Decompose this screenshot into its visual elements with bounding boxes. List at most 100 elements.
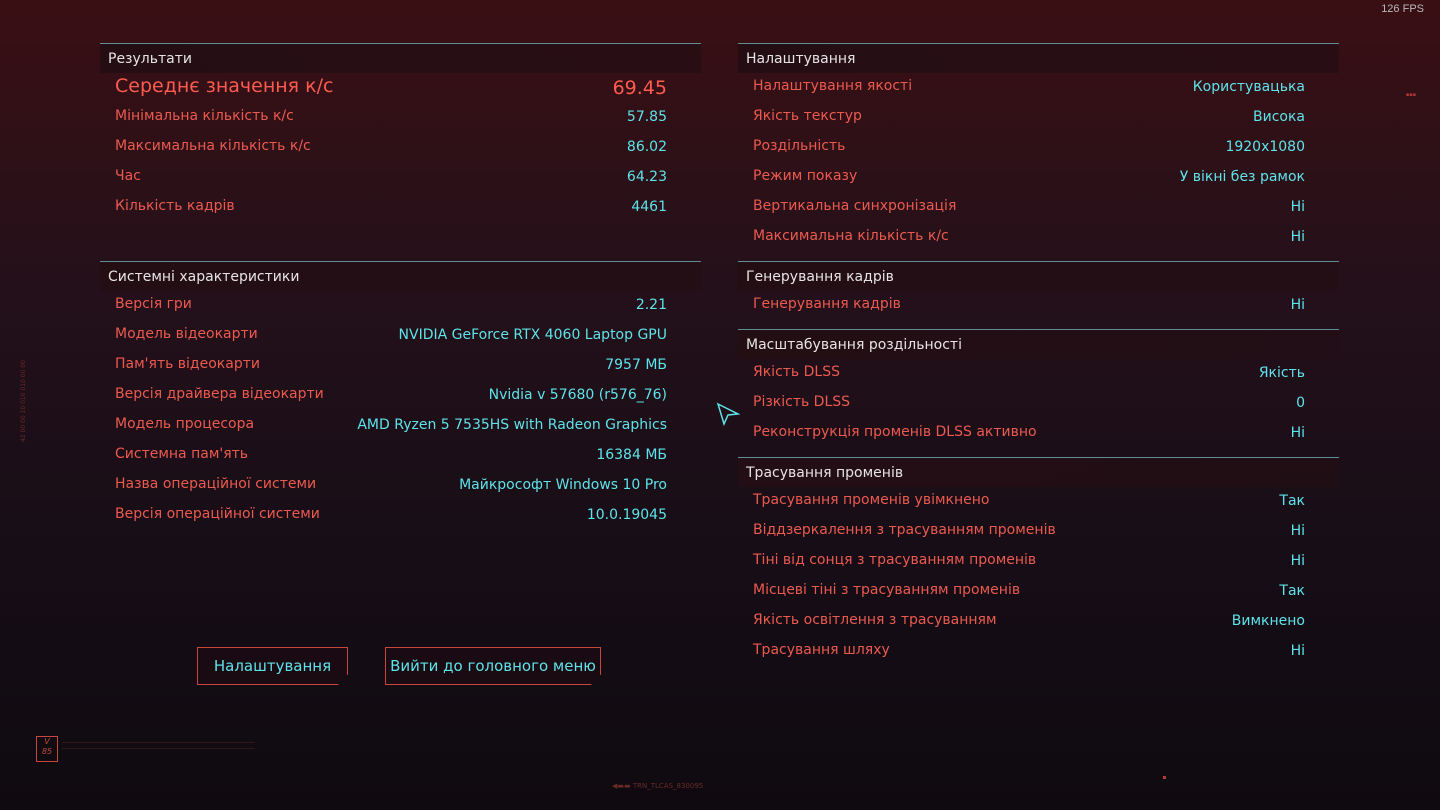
row-label: Різкість DLSS <box>753 394 851 410</box>
raytracing-row: Якість освітлення з трасуванням Вимкнено <box>738 607 1339 637</box>
row-label: Налаштування якості <box>753 78 913 94</box>
system-header: Системні характеристики <box>100 261 701 291</box>
row-value: 57.85 <box>626 109 667 125</box>
row-value: 64.23 <box>626 169 667 185</box>
row-label: Місцеві тіні з трасуванням променів <box>753 582 1021 598</box>
system-list: Версія гри 2.21 Модель відеокарти NVIDIA G… <box>100 291 701 531</box>
row-value: Так <box>1279 493 1305 509</box>
row-label: Версія гри <box>115 296 192 312</box>
row-label: Режим показу <box>753 168 858 184</box>
row-value: NVIDIA GeForce RTX 4060 Laptop GPU <box>398 327 667 343</box>
frame-gen-header: Генерування кадрів <box>738 261 1339 291</box>
results-row: Кількість кадрів 4461 <box>100 193 701 223</box>
system-row: Модель процесора AMD Ryzen 5 7535HS with … <box>100 411 701 441</box>
settings-list: Налаштування якості Користувацька Якість … <box>738 73 1339 253</box>
row-label: Назва операційної системи <box>115 476 317 492</box>
row-label: Кількість кадрів <box>115 198 235 214</box>
raytracing-header: Трасування променів <box>738 457 1339 487</box>
row-value: Якість <box>1258 365 1305 381</box>
row-value: Висока <box>1252 109 1305 125</box>
row-value: Ні <box>1290 643 1305 659</box>
settings-row: Максимальна кількість к/с Ні <box>738 223 1339 253</box>
raytracing-row: Місцеві тіні з трасуванням променів Так <box>738 577 1339 607</box>
row-label: Тіні від сонця з трасуванням променів <box>753 552 1037 568</box>
raytracing-row: Віддзеркалення з трасуванням променів Ні <box>738 517 1339 547</box>
build-tag: ◀▬▬ TRN_TLCAS_830095 <box>612 782 703 790</box>
row-label: Мінімальна кількість к/с <box>115 108 294 124</box>
row-value: У вікні без рамок <box>1179 169 1305 185</box>
scaling-row: Якість DLSS Якість <box>738 359 1339 389</box>
version-badge-logo: V 85 <box>36 736 58 762</box>
right-panel: Налаштування Налаштування якості Користув… <box>738 43 1339 667</box>
row-value: 0 <box>1296 395 1305 411</box>
row-label: Якість освітлення з трасуванням <box>753 612 997 628</box>
row-label: Версія драйвера відеокарти <box>115 386 324 402</box>
left-panel: Результати Середнє значення к/с 69.45 Мі… <box>100 43 701 531</box>
frame-gen-list: Генерування кадрів Ні <box>738 291 1339 321</box>
row-value: 4461 <box>631 199 667 215</box>
row-label: Трасування шляху <box>753 642 890 658</box>
row-label: Версія операційної системи <box>115 506 320 522</box>
results-header: Результати <box>100 43 701 73</box>
system-row: Системна пам'ять 16384 МБ <box>100 441 701 471</box>
row-value: 86.02 <box>626 139 667 155</box>
raytracing-row: Трасування променів увімкнено Так <box>738 487 1339 517</box>
row-value: 16384 МБ <box>596 447 667 463</box>
row-value: Ні <box>1290 425 1305 441</box>
row-value: AMD Ryzen 5 7535HS with Radeon Graphics <box>357 417 667 433</box>
settings-row: Режим показу У вікні без рамок <box>738 163 1339 193</box>
legal-fine-print: ────────────────────────────────────────… <box>62 740 255 751</box>
exit-to-main-menu-button[interactable]: Вийти до головного меню <box>385 647 601 685</box>
row-value: Ні <box>1290 229 1305 245</box>
results-row: Максимальна кількість к/с 86.02 <box>100 133 701 163</box>
row-value: Так <box>1279 583 1305 599</box>
row-label: Реконструкція променів DLSS активно <box>753 424 1037 440</box>
row-label: Модель процесора <box>115 416 255 432</box>
scaling-row: Реконструкція променів DLSS активно Ні <box>738 419 1339 449</box>
row-label: Трасування променів увімкнено <box>753 492 990 508</box>
row-label: Вертикальна синхронізація <box>753 198 957 214</box>
avg-fps-row: Середнє значення к/с 69.45 <box>100 73 701 103</box>
row-value: 7957 МБ <box>605 357 667 373</box>
build-tag-text: TRN_TLCAS_830095 <box>632 782 704 790</box>
row-label: Пам'ять відеокарти <box>115 356 260 372</box>
row-label: Час <box>115 168 141 184</box>
scaling-list: Якість DLSS Якість Різкість DLSS 0 Реконст… <box>738 359 1339 449</box>
row-value: Вимкнено <box>1231 613 1305 629</box>
settings-header: Налаштування <box>738 43 1339 73</box>
row-label: Генерування кадрів <box>753 296 901 312</box>
row-label: Максимальна кількість к/с <box>753 228 949 244</box>
system-row: Пам'ять відеокарти 7957 МБ <box>100 351 701 381</box>
side-decoration: 42 00 00 10 010 010 00 00 <box>20 360 27 443</box>
raytracing-list: Трасування променів увімкнено Так Віддзер… <box>738 487 1339 667</box>
row-value: Майкрософт Windows 10 Pro <box>459 477 667 493</box>
results-list: Мінімальна кількість к/с 57.85 Максимальн… <box>100 103 701 223</box>
settings-row: Налаштування якості Користувацька <box>738 73 1339 103</box>
row-label: Віддзеркалення з трасуванням променів <box>753 522 1056 538</box>
row-value: 1920x1080 <box>1225 139 1305 155</box>
arrow-icon: ◀▬▬ <box>612 782 633 790</box>
row-value: Nvidia v 57680 (r576_76) <box>488 387 667 403</box>
row-value: 10.0.19045 <box>586 507 667 523</box>
avg-fps-label: Середнє значення к/с <box>115 75 334 97</box>
results-row: Час 64.23 <box>100 163 701 193</box>
settings-row: Якість текстур Висока <box>738 103 1339 133</box>
row-value: 2.21 <box>635 297 667 313</box>
row-label: Модель відеокарти <box>115 326 258 342</box>
fps-counter: 126 FPS <box>1381 3 1424 15</box>
row-value: Ні <box>1290 553 1305 569</box>
settings-row: Роздільність 1920x1080 <box>738 133 1339 163</box>
decorative-dot <box>1163 776 1166 779</box>
system-row: Версія операційної системи 10.0.19045 <box>100 501 701 531</box>
cursor-icon <box>716 402 740 426</box>
avg-fps-value: 69.45 <box>612 77 667 99</box>
settings-row: Вертикальна синхронізація Ні <box>738 193 1339 223</box>
frame-gen-row: Генерування кадрів Ні <box>738 291 1339 321</box>
row-label: Системна пам'ять <box>115 446 249 462</box>
scaling-row: Різкість DLSS 0 <box>738 389 1339 419</box>
system-row: Версія драйвера відеокарти Nvidia v 57680… <box>100 381 701 411</box>
row-value: Ні <box>1290 297 1305 313</box>
settings-button[interactable]: Налаштування <box>197 647 348 685</box>
scaling-header: Масштабування роздільності <box>738 329 1339 359</box>
row-label: Якість DLSS <box>753 364 840 380</box>
